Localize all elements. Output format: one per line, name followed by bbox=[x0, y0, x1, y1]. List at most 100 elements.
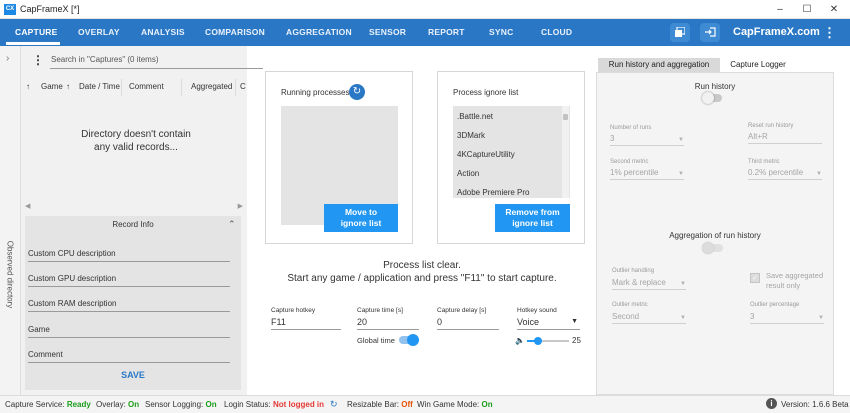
scrollbar-thumb[interactable] bbox=[563, 114, 568, 120]
run-history-toggle-knob[interactable] bbox=[702, 92, 714, 104]
list-item[interactable]: 3DMark bbox=[457, 131, 485, 140]
button-label: ignore list bbox=[512, 218, 553, 228]
second-metric-label: Second metric bbox=[610, 159, 649, 165]
remove-from-ignore-button[interactable]: Remove from ignore list bbox=[495, 204, 570, 232]
global-time-toggle-knob[interactable] bbox=[407, 334, 419, 346]
running-processes-panel: Running processes ↻ Move to ignore list bbox=[265, 71, 413, 244]
list-item[interactable]: Adobe Premiere Pro bbox=[457, 188, 529, 197]
process-list-message: Process list clear. Start any game / app… bbox=[262, 259, 582, 285]
gpu-description-field[interactable]: Custom GPU description bbox=[28, 273, 230, 287]
outlier-handling-label: Outlier handling bbox=[612, 268, 655, 274]
list-item[interactable]: 4KCaptureUtility bbox=[457, 150, 515, 159]
scroll-right-icon[interactable]: ▶ bbox=[238, 202, 243, 210]
column-aggregated[interactable]: Aggregated bbox=[191, 82, 232, 91]
capture-delay-input[interactable]: 0 bbox=[437, 316, 499, 330]
horizontal-scrollbar[interactable]: ◀ ▶ bbox=[25, 202, 243, 211]
dropdown-arrow-icon: ▼ bbox=[818, 315, 824, 321]
status-bar: Capture Service: Ready Overlay: On Senso… bbox=[0, 395, 850, 413]
outlier-handling-select[interactable]: Mark & replace ▼ bbox=[612, 277, 686, 290]
column-cut[interactable]: C bbox=[240, 82, 246, 91]
captures-search-input[interactable]: Search in "Captures" (0 items) bbox=[50, 53, 263, 69]
brand-link[interactable]: CapFrameX.com bbox=[733, 19, 820, 46]
tab-capture-logger[interactable]: Capture Logger bbox=[722, 58, 794, 72]
hotkey-input[interactable]: F11 bbox=[271, 316, 341, 330]
game-field[interactable]: Game bbox=[28, 324, 230, 338]
second-metric-select[interactable]: 1% percentile ▼ bbox=[610, 167, 684, 180]
tab-analysis[interactable]: ANALYSIS bbox=[141, 19, 185, 46]
outlier-percentage-value: 3 bbox=[750, 312, 755, 321]
hotkey-label: Capture hotkey bbox=[271, 307, 316, 314]
active-tab-indicator bbox=[6, 42, 60, 45]
cpu-description-field[interactable]: Custom CPU description bbox=[28, 248, 230, 262]
comment-field[interactable]: Comment bbox=[28, 349, 230, 363]
gallery-icon bbox=[675, 26, 686, 37]
button-label: ignore list bbox=[340, 218, 382, 228]
status-label: Resizable Bar: bbox=[347, 400, 400, 409]
running-processes-title: Running processes bbox=[281, 88, 350, 97]
ignore-list-title: Process ignore list bbox=[453, 88, 519, 97]
save-button[interactable]: SAVE bbox=[25, 370, 241, 380]
column-game[interactable]: Game bbox=[41, 82, 63, 91]
status-label: Sensor Logging: bbox=[145, 400, 204, 409]
tab-sensor[interactable]: SENSOR bbox=[369, 19, 406, 46]
tab-sync[interactable]: SYNC bbox=[489, 19, 513, 46]
third-metric-select[interactable]: 0.2% percentile ▼ bbox=[748, 167, 822, 180]
column-divider bbox=[181, 79, 182, 96]
tab-run-history[interactable]: Run history and aggregation bbox=[598, 58, 720, 72]
vertical-scrollbar[interactable] bbox=[562, 106, 569, 198]
tab-report[interactable]: REPORT bbox=[428, 19, 465, 46]
login-button[interactable] bbox=[700, 23, 720, 42]
record-info-panel: Record Info ⌃ Custom CPU description Cus… bbox=[25, 216, 241, 390]
number-of-runs-select[interactable]: 3 ▼ bbox=[610, 133, 684, 146]
status-label: Capture Service: bbox=[5, 400, 65, 409]
sensor-logging-status: Sensor Logging: On bbox=[145, 400, 217, 409]
captures-menu-icon[interactable]: ⋮ bbox=[32, 53, 44, 67]
login-icon bbox=[704, 27, 716, 37]
title-bar: CX CapFrameX [*] – ☐ ✕ bbox=[0, 0, 850, 19]
tab-aggregation[interactable]: AGGREGATION bbox=[286, 19, 352, 46]
tab-cloud[interactable]: CLOUD bbox=[541, 19, 572, 46]
outlier-metric-select[interactable]: Second ▼ bbox=[612, 311, 686, 324]
minimize-button[interactable]: – bbox=[767, 2, 793, 17]
scroll-left-icon[interactable]: ◀ bbox=[25, 202, 30, 210]
tab-overlay[interactable]: OVERLAY bbox=[78, 19, 120, 46]
list-item[interactable]: Action bbox=[457, 169, 479, 178]
info-icon[interactable]: i bbox=[766, 398, 777, 409]
hotkey-sound-select[interactable]: Voice ▼ bbox=[517, 316, 580, 330]
run-history-label: Run history bbox=[694, 82, 736, 91]
column-date-time[interactable]: Date / Time bbox=[79, 82, 120, 91]
tab-comparison[interactable]: COMPARISON bbox=[205, 19, 265, 46]
save-aggregated-checkbox[interactable]: ✓ bbox=[750, 273, 760, 283]
status-value: 1.6.6 Beta bbox=[812, 400, 849, 409]
save-aggregated-text: Save aggregated bbox=[766, 271, 824, 280]
ignore-list[interactable]: .Battle.net 3DMark 4KCaptureUtility Acti… bbox=[453, 106, 570, 198]
move-to-ignore-button[interactable]: Move to ignore list bbox=[324, 204, 398, 232]
capture-time-label: Capture time [s] bbox=[357, 307, 403, 314]
more-options-icon[interactable]: ⋮ bbox=[823, 24, 836, 41]
capture-time-input[interactable]: 20 bbox=[357, 316, 419, 330]
refresh-icon[interactable]: ↻ bbox=[349, 84, 365, 100]
speaker-icon: 🔈 bbox=[515, 336, 525, 345]
refresh-status-icon[interactable]: ↻ bbox=[330, 399, 338, 410]
chevron-up-icon[interactable]: ⌃ bbox=[228, 219, 236, 230]
sidebar-label: Observed directory bbox=[5, 240, 15, 309]
status-value: Ready bbox=[66, 400, 91, 409]
screenshot-button[interactable] bbox=[670, 23, 690, 42]
win-game-mode-status: Win Game Mode: On bbox=[417, 400, 493, 409]
sort-arrow-icon[interactable]: ↑ bbox=[66, 82, 70, 91]
sort-arrow-icon[interactable]: ↑ bbox=[26, 82, 30, 91]
column-comment[interactable]: Comment bbox=[129, 82, 164, 91]
volume-slider-thumb[interactable] bbox=[533, 337, 542, 345]
maximize-button[interactable]: ☐ bbox=[794, 2, 820, 17]
outlier-percentage-select[interactable]: 3 ▼ bbox=[750, 311, 824, 324]
third-metric-label: Third metric bbox=[748, 159, 780, 165]
observed-directory-sidebar[interactable]: › Observed directory bbox=[0, 46, 21, 395]
close-button[interactable]: ✕ bbox=[821, 2, 847, 17]
ram-description-field[interactable]: Custom RAM description bbox=[28, 298, 230, 312]
empty-message-line: any valid records... bbox=[94, 142, 178, 153]
chevron-right-icon[interactable]: › bbox=[6, 53, 9, 64]
aggregation-toggle-knob[interactable] bbox=[702, 242, 714, 254]
button-label: Move to bbox=[344, 207, 378, 217]
list-item[interactable]: .Battle.net bbox=[457, 112, 493, 121]
reset-history-hotkey[interactable]: Alt+R bbox=[748, 131, 822, 144]
